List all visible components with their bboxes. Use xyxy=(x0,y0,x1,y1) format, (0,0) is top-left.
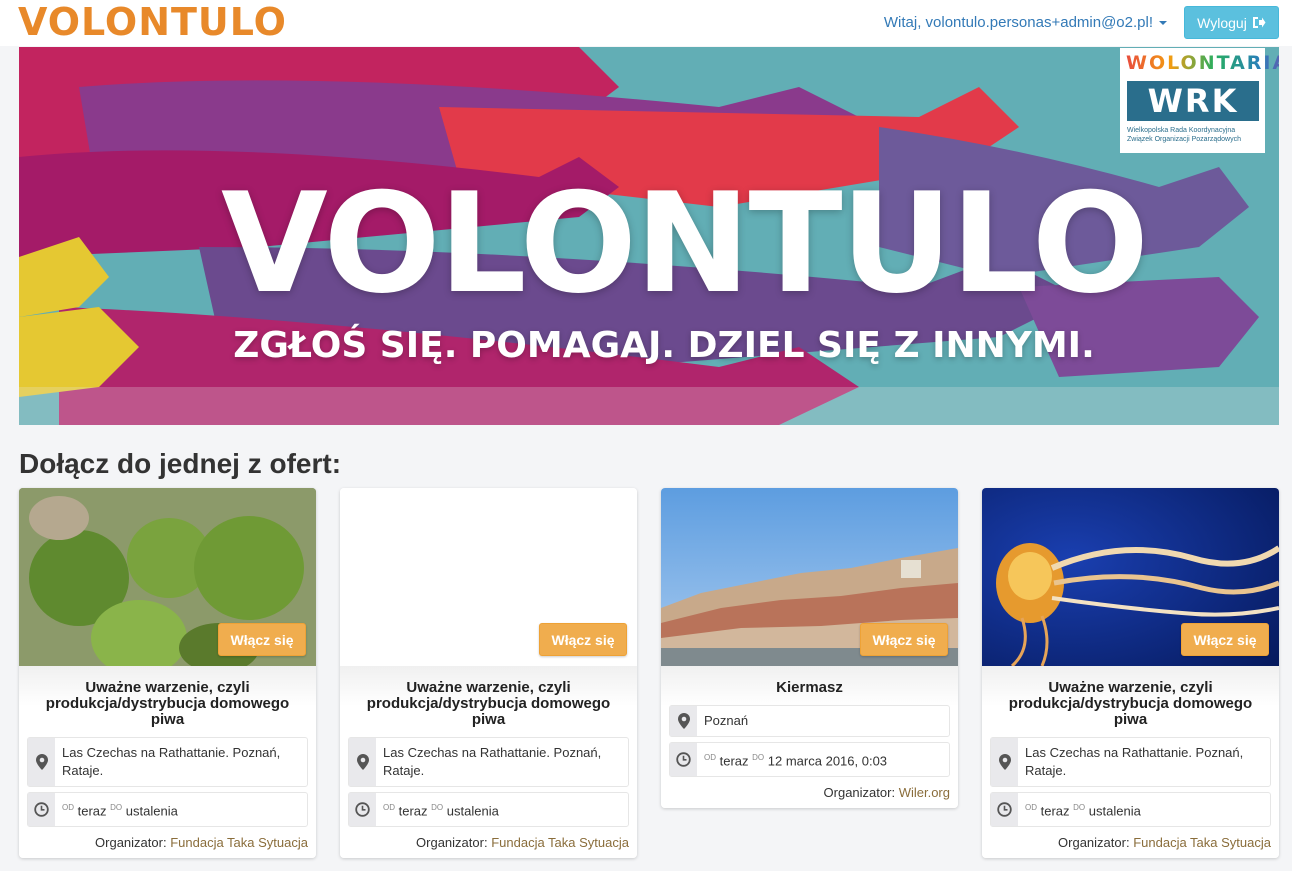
offer-time: od teraz do ustalenia xyxy=(55,793,185,826)
join-button[interactable]: Włącz się xyxy=(860,623,948,656)
offer-time: od teraz do ustalenia xyxy=(1018,793,1148,826)
offer-card[interactable]: Włącz się Uważne warzenie, czyli produkc… xyxy=(982,488,1279,859)
offer-card[interactable]: Włącz się Uważne warzenie, czyli produkc… xyxy=(19,488,316,859)
from-label: od xyxy=(1025,803,1037,812)
caret-down-icon xyxy=(1159,20,1167,25)
offer-end: ustalenia xyxy=(1088,803,1141,819)
offers-section-title: Dołącz do jednej z ofert: xyxy=(19,448,342,479)
offer-start: teraz xyxy=(77,803,107,819)
offer-time: od teraz do ustalenia xyxy=(376,793,506,826)
wrk-partner-logo[interactable]: WOLONTARIAT WRK Wielkopolska Rada Koordy… xyxy=(1120,48,1279,153)
organizer-label: Organizator: xyxy=(1058,835,1130,851)
logout-button[interactable]: Wyloguj xyxy=(1184,6,1279,39)
time-row: od teraz do ustalenia xyxy=(990,792,1271,828)
brand-logo[interactable]: VOLONTULO xyxy=(18,3,287,41)
to-label: do xyxy=(752,753,765,762)
offer-body: Uważne warzenie, czyli produkcja/dystryb… xyxy=(19,666,316,859)
from-label: od xyxy=(62,803,74,812)
map-marker-icon xyxy=(28,738,55,786)
wrk-mark: WRK xyxy=(1127,81,1259,121)
offer-location: Las Czechas na Rathattanie. Poznań, Rata… xyxy=(1025,745,1244,778)
location-row: Las Czechas na Rathattanie. Poznań, Rata… xyxy=(348,737,629,787)
wrk-caption: Wielkopolska Rada Koordynacyjna Związek … xyxy=(1127,126,1241,144)
join-button[interactable]: Włącz się xyxy=(1181,623,1269,656)
organizer-label: Organizator: xyxy=(95,835,167,851)
from-label: od xyxy=(704,753,716,762)
organizer-label: Organizator: xyxy=(416,835,488,851)
clock-icon xyxy=(349,793,376,827)
wrk-top-text: WOLONTARIAT xyxy=(1126,52,1279,74)
hero-banner: VOLONTULO ZGŁOŚ SIĘ. POMAGAJ. DZIEL SIĘ … xyxy=(19,47,1279,425)
logout-label: Wyloguj xyxy=(1197,14,1247,31)
offer-title[interactable]: Kiermasz xyxy=(669,680,950,696)
location-row: Las Czechas na Rathattanie. Poznań, Rata… xyxy=(990,737,1271,787)
map-marker-icon xyxy=(991,738,1018,786)
to-label: do xyxy=(1073,803,1086,812)
offer-time: od teraz do 12 marca 2016, 0:03 xyxy=(697,743,894,776)
time-row: od teraz do 12 marca 2016, 0:03 xyxy=(669,742,950,778)
clock-icon xyxy=(28,793,55,827)
user-greeting: Witaj, volontulo.personas+admin@o2.pl! xyxy=(883,14,1153,31)
time-row: od teraz do ustalenia xyxy=(27,792,308,828)
offer-start: teraz xyxy=(719,753,749,769)
banner-subtitle: ZGŁOŚ SIĘ. POMAGAJ. DZIEL SIĘ Z INNYMI. xyxy=(233,325,1095,366)
wrk-caption-line1: Wielkopolska Rada Koordynacyjna xyxy=(1127,127,1236,134)
offer-end: ustalenia xyxy=(446,803,499,819)
navbar: VOLONTULO Witaj, volontulo.personas+admi… xyxy=(0,0,1292,46)
wrk-top-label: WOLONTARIAT xyxy=(1126,52,1279,74)
to-label: do xyxy=(110,803,123,812)
offer-card[interactable]: Włącz się Uważne warzenie, czyli produkc… xyxy=(340,488,637,859)
offer-location: Las Czechas na Rathattanie. Poznań, Rata… xyxy=(383,745,602,778)
offer-body: Uważne warzenie, czyli produkcja/dystryb… xyxy=(982,666,1279,859)
organizer-link[interactable]: Fundacja Taka Sytuacja xyxy=(1133,835,1271,850)
map-marker-icon xyxy=(349,738,376,786)
clock-icon xyxy=(670,743,697,777)
offer-organizer: Organizator: Fundacja Taka Sytuacja xyxy=(348,835,629,850)
location-row: Las Czechas na Rathattanie. Poznań, Rata… xyxy=(27,737,308,787)
join-button[interactable]: Włącz się xyxy=(539,623,627,656)
offer-image[interactable]: Włącz się xyxy=(340,488,637,666)
offer-image[interactable]: Włącz się xyxy=(982,488,1279,666)
offer-start: teraz xyxy=(1040,803,1070,819)
wrk-caption-line2: Związek Organizacji Pozarządowych xyxy=(1127,136,1241,143)
offer-title[interactable]: Uważne warzenie, czyli produkcja/dystryb… xyxy=(27,680,308,728)
banner-title: VOLONTULO xyxy=(220,163,1149,324)
offer-image[interactable]: Włącz się xyxy=(19,488,316,666)
organizer-link[interactable]: Fundacja Taka Sytuacja xyxy=(170,835,308,850)
offer-location: Las Czechas na Rathattanie. Poznań, Rata… xyxy=(62,745,281,778)
offer-image[interactable]: Włącz się xyxy=(661,488,958,666)
time-row: od teraz do ustalenia xyxy=(348,792,629,828)
offer-location: Poznań xyxy=(704,713,749,728)
organizer-link[interactable]: Wiler.org xyxy=(899,785,950,800)
organizer-link[interactable]: Fundacja Taka Sytuacja xyxy=(491,835,629,850)
offer-organizer: Organizator: Fundacja Taka Sytuacja xyxy=(990,835,1271,850)
clock-icon xyxy=(991,793,1018,827)
sign-out-icon xyxy=(1252,17,1266,28)
location-row: Poznań xyxy=(669,705,950,737)
offer-organizer: Organizator: Fundacja Taka Sytuacja xyxy=(27,835,308,850)
offer-end: 12 marca 2016, 0:03 xyxy=(767,753,888,769)
offer-card[interactable]: Włącz się Kiermasz Poznań od teraz do 12… xyxy=(661,488,958,809)
offer-body: Kiermasz Poznań od teraz do 12 marca 201… xyxy=(661,666,958,809)
offer-title[interactable]: Uważne warzenie, czyli produkcja/dystryb… xyxy=(348,680,629,728)
join-button[interactable]: Włącz się xyxy=(218,623,306,656)
map-marker-icon xyxy=(670,706,697,736)
offer-body: Uważne warzenie, czyli produkcja/dystryb… xyxy=(340,666,637,859)
from-label: od xyxy=(383,803,395,812)
offer-organizer: Organizator: Wiler.org xyxy=(669,785,950,800)
offer-end: ustalenia xyxy=(125,803,178,819)
organizer-label: Organizator: xyxy=(823,785,896,801)
offer-start: teraz xyxy=(398,803,428,819)
to-label: do xyxy=(431,803,444,812)
user-menu-dropdown[interactable]: Witaj, volontulo.personas+admin@o2.pl! xyxy=(884,14,1167,31)
offer-title[interactable]: Uważne warzenie, czyli produkcja/dystryb… xyxy=(990,680,1271,728)
brand-text: VOLONTULO xyxy=(18,0,287,44)
